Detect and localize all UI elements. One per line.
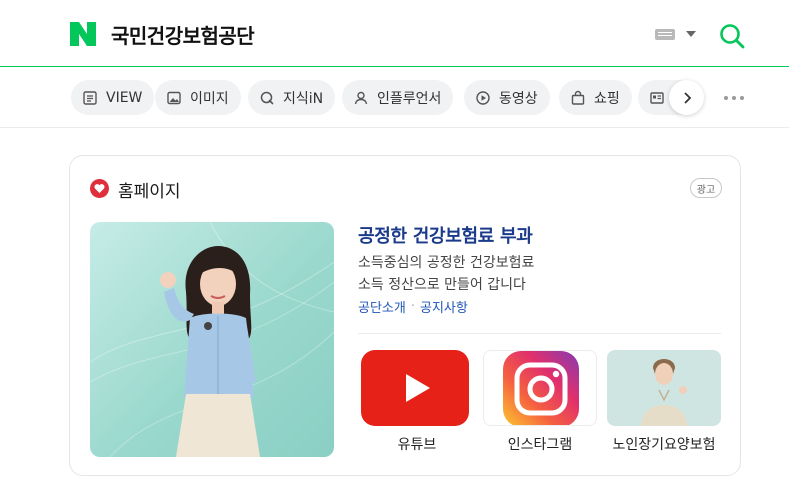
image-icon [167,91,181,104]
tab-kin[interactable]: 지식iN [248,80,336,115]
tab-label: 인플루언서 [377,90,442,107]
tab-label: 이미지 [190,90,229,107]
sublink-label: 인스타그램 [507,437,573,453]
youtube-thumb [360,350,474,426]
tab-label: 동영상 [499,90,538,107]
link-notice[interactable]: 공지사항 [420,297,468,316]
person-illustration [641,359,687,426]
tab-label: VIEW [106,89,143,106]
more-icon[interactable] [724,96,744,100]
tab-influencer[interactable]: 인플루언서 [342,80,454,115]
instagram-icon [503,351,579,425]
hero-image[interactable] [90,222,334,457]
link-about[interactable]: 공단소개 [358,297,406,316]
naver-logo[interactable] [70,22,96,46]
divider [358,333,721,334]
instagram-thumb [483,350,597,426]
news-icon [650,91,664,104]
youtube-icon [361,350,469,426]
ad-links: 공단소개 · 공지사항 [358,297,468,316]
keyboard-icon[interactable] [655,29,675,40]
tab-video[interactable]: 동영상 [464,80,550,115]
search-icon[interactable] [719,23,745,49]
search-header: 국민건강보험공단 [0,0,789,67]
tab-label: 쇼핑 [594,90,620,107]
tab-label: 지식iN [283,90,324,107]
search-tabs: VIEW 이미지 지식iN 인플루언서 동영상 쇼핑 [0,68,789,128]
ad-description: 소득중심의 공정한 건강보험료 [358,255,535,271]
person-photo [607,350,721,426]
influencer-icon [354,91,368,104]
ad-description: 소득 정산으로 만들어 갑니다 [358,277,526,293]
ad-title-link[interactable]: 공정한 건강보험료 부과 [358,222,533,248]
sublink-label: 유튜브 [397,437,437,453]
sublink-youtube[interactable]: 유튜브 [360,350,474,460]
separator-dot: · [410,299,415,314]
ad-badge[interactable]: 광고 [690,178,722,198]
caret-down-icon[interactable] [686,31,696,37]
tab-image[interactable]: 이미지 [155,80,241,115]
shopping-bag-icon [571,90,585,105]
video-icon [476,90,490,105]
tab-shopping[interactable]: 쇼핑 [559,80,632,115]
sublink-long-term-care[interactable]: 노인장기요양보험 [607,350,721,460]
homepage-icon [90,179,109,198]
sublink-label: 노인장기요양보험 [612,437,716,453]
chevron-right-icon [683,91,691,104]
view-icon [83,90,97,105]
homepage-ad-card: 홈페이지 광고 공정한 건강보험료 부과 소득중심의 공정한 건강보험료 소득 … [69,155,741,476]
hero-illustration [90,222,334,457]
search-query[interactable]: 국민건강보험공단 [111,20,255,49]
section-title: 홈페이지 [118,182,181,202]
sublink-instagram[interactable]: 인스타그램 [483,350,597,460]
tabs-next-button[interactable] [669,80,704,115]
tab-view[interactable]: VIEW [71,80,155,115]
kin-icon [260,91,274,104]
